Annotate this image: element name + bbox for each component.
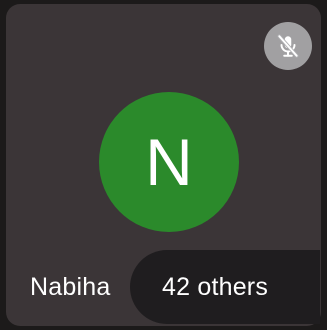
avatar-initial: N — [145, 125, 193, 199]
avatar: N — [99, 92, 239, 232]
mic-off-icon — [264, 22, 312, 70]
others-button[interactable]: 42 others — [130, 250, 320, 324]
participant-name: Nabiha — [30, 273, 111, 301]
others-label: 42 others — [162, 273, 269, 301]
